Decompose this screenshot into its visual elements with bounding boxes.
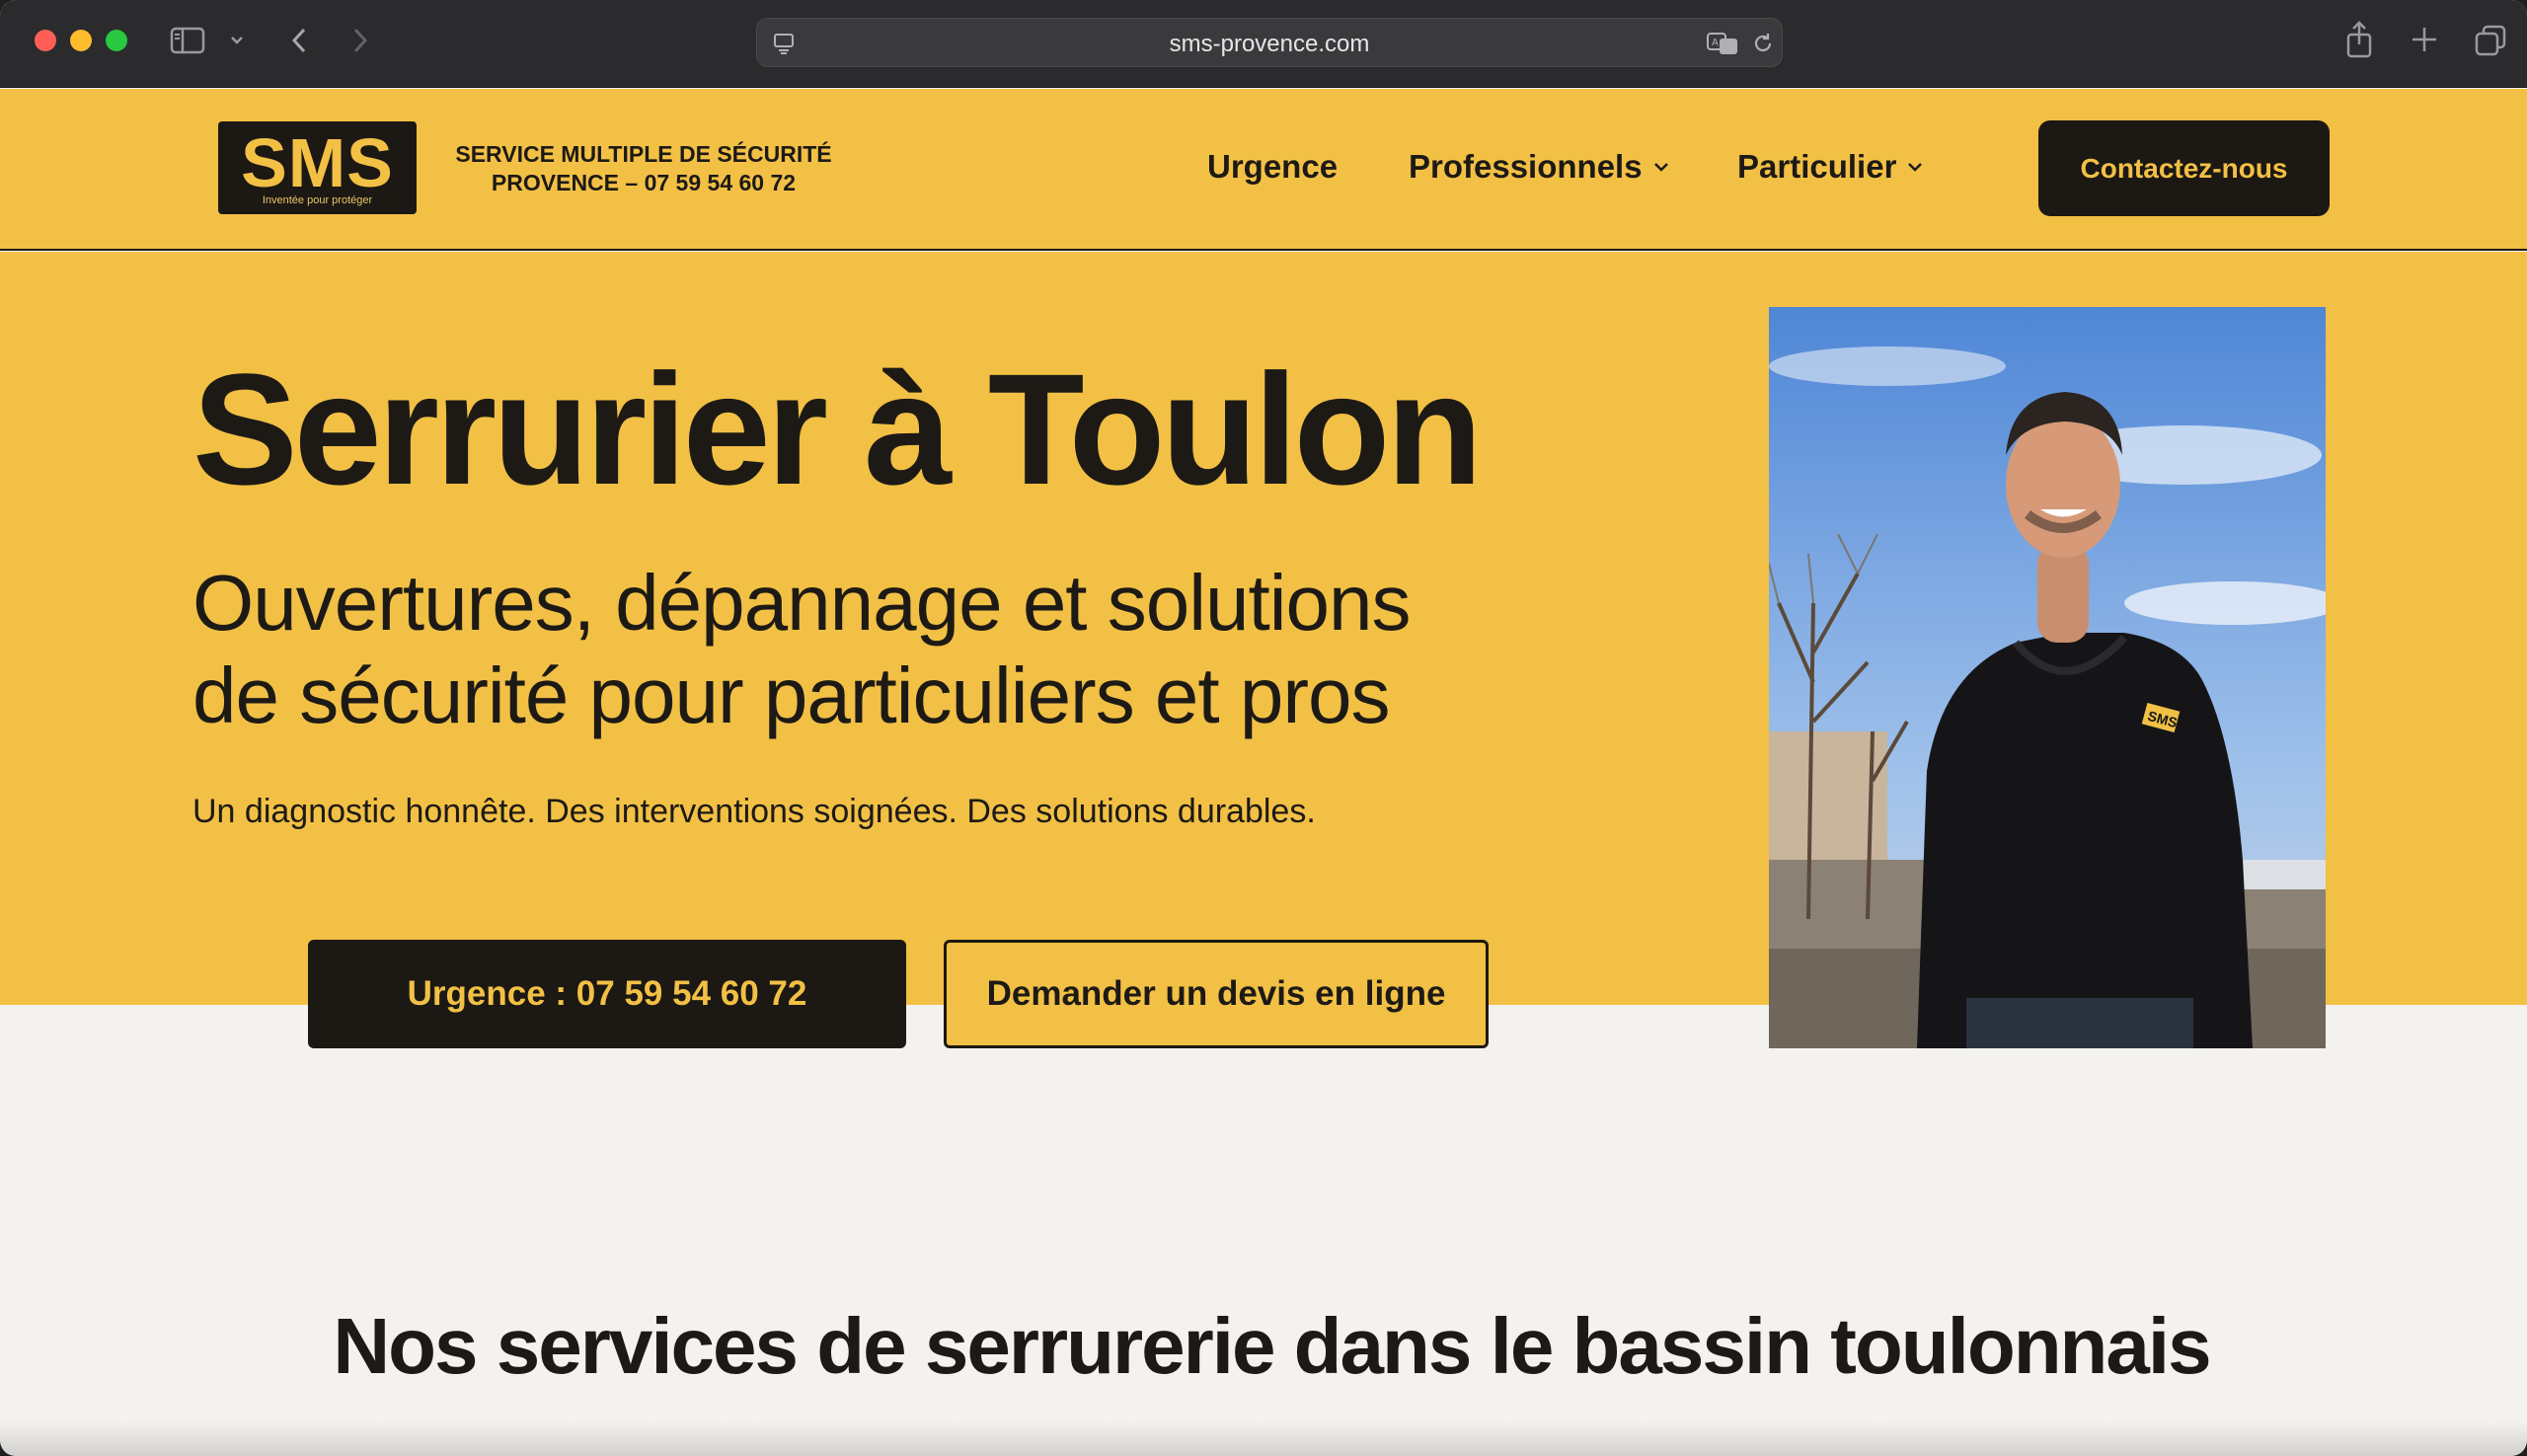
minimize-window-button[interactable] bbox=[70, 30, 92, 51]
brand-line-2: PROVENCE – 07 59 54 60 72 bbox=[491, 170, 797, 195]
hero-subtitle-line-2: de sécurité pour particuliers et pros bbox=[192, 651, 1391, 739]
nav-professionnels-label: Professionnels bbox=[1409, 148, 1643, 185]
hero-tagline: Un diagnostic honnête. Des interventions… bbox=[192, 793, 1316, 830]
tabs-icon[interactable] bbox=[2474, 24, 2507, 57]
nav-urgence-label: Urgence bbox=[1207, 148, 1339, 185]
brand-line-1: SERVICE MULTIPLE DE SÉCURITÉ bbox=[455, 141, 832, 167]
hero-title: Serrurier à Toulon bbox=[192, 341, 1483, 517]
chevron-down-icon bbox=[1908, 163, 1923, 172]
translate-icon[interactable]: A bbox=[1705, 31, 1740, 56]
chevron-down-icon[interactable] bbox=[227, 30, 247, 51]
browser-window: sms-provence.com A SMS Inventée pour pro… bbox=[0, 0, 2527, 1456]
locksmith-photo: SMS bbox=[1769, 307, 2326, 1048]
url-text[interactable]: sms-provence.com bbox=[757, 31, 1782, 58]
browser-toolbar: sms-provence.com A bbox=[0, 0, 2527, 88]
close-window-button[interactable] bbox=[35, 30, 56, 51]
urgence-phone-button[interactable]: Urgence : 07 59 54 60 72 bbox=[308, 940, 906, 1048]
site-header: SMS Inventée pour protéger SERVICE MULTI… bbox=[0, 89, 2527, 251]
forward-icon[interactable] bbox=[345, 24, 375, 57]
reload-icon[interactable] bbox=[1750, 31, 1776, 56]
hero-subtitle: Ouvertures, dépannage et solutions de sé… bbox=[192, 557, 1574, 742]
back-icon[interactable] bbox=[284, 24, 314, 57]
devis-button[interactable]: Demander un devis en ligne bbox=[944, 940, 1489, 1048]
nav-professionnels[interactable]: Professionnels bbox=[1409, 148, 1670, 186]
logo-tagline: Inventée pour protéger bbox=[262, 194, 373, 206]
address-bar[interactable]: sms-provence.com A bbox=[756, 18, 1783, 67]
services-title: Nos services de serrurerie dans le bassi… bbox=[333, 1302, 2211, 1390]
logo-text: SMS bbox=[241, 124, 394, 201]
brand-name[interactable]: SERVICE MULTIPLE DE SÉCURITÉ PROVENCE – … bbox=[446, 140, 841, 197]
nav-particulier[interactable]: Particulier bbox=[1737, 148, 1924, 186]
page-fold-shadow bbox=[0, 1421, 2527, 1456]
share-icon[interactable] bbox=[2343, 20, 2375, 59]
nav-particulier-label: Particulier bbox=[1737, 148, 1897, 185]
chevron-down-icon bbox=[1653, 163, 1668, 172]
zoom-window-button[interactable] bbox=[106, 30, 127, 51]
sidebar-icon[interactable] bbox=[170, 26, 205, 55]
plus-icon[interactable] bbox=[2409, 24, 2440, 55]
svg-text:A: A bbox=[1712, 38, 1719, 48]
hero-subtitle-line-1: Ouvertures, dépannage et solutions bbox=[192, 559, 1412, 647]
contact-button[interactable]: Contactez-nous bbox=[2038, 120, 2330, 216]
sms-logo[interactable]: SMS Inventée pour protéger bbox=[218, 121, 417, 214]
nav-urgence[interactable]: Urgence bbox=[1207, 148, 1338, 186]
